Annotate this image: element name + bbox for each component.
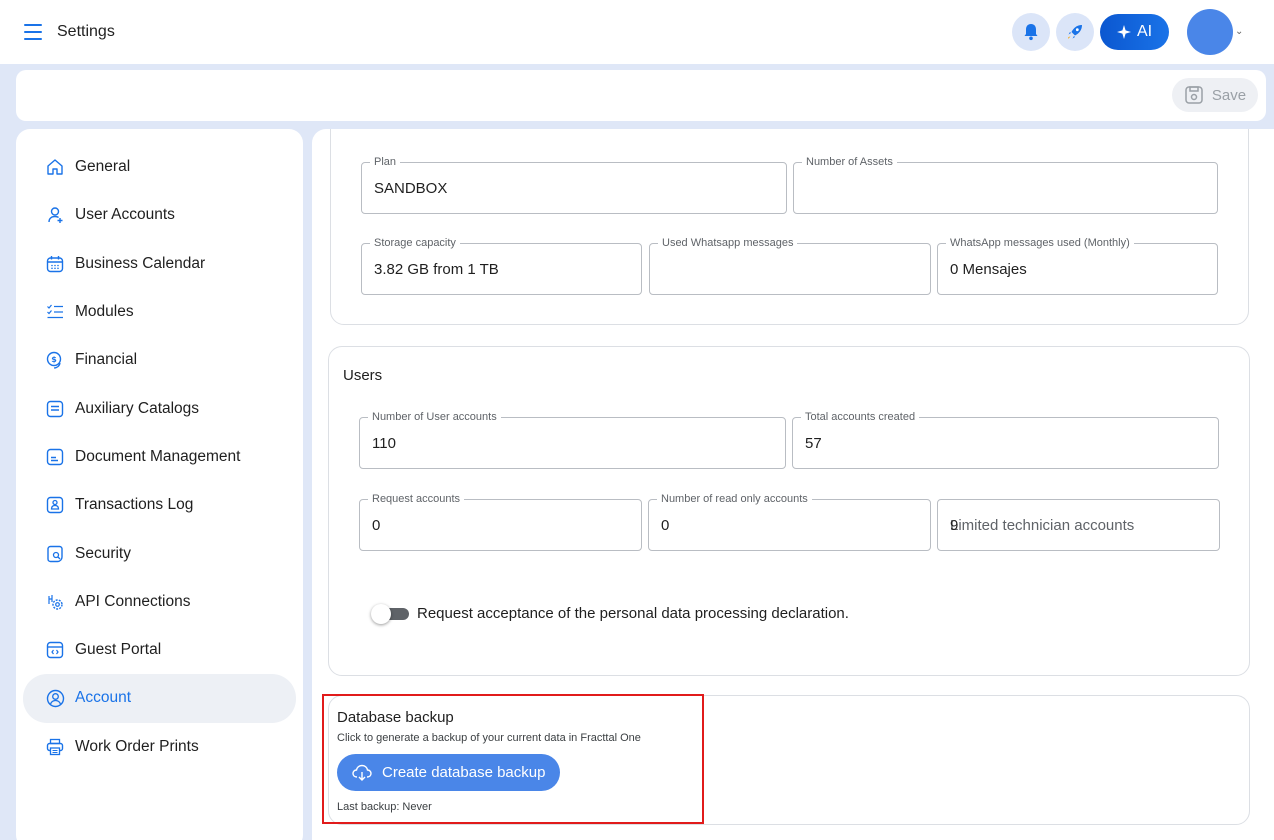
sidebar-item-work-order-prints[interactable]: Work Order Prints [23,723,296,771]
action-bar: Save [16,70,1266,121]
database-backup-title: Database backup [337,709,454,726]
field-placeholder: Limited technician accounts [950,517,1135,534]
sidebar-item-label: Business Calendar [75,254,206,272]
sidebar-item-label: API Connections [75,592,191,610]
database-backup-card: Database backup Click to generate a back… [328,695,1250,825]
cloud-download-icon [352,764,372,781]
sidebar-item-auxiliary-catalogs[interactable]: Auxiliary Catalogs [23,384,296,432]
sidebar-item-label: Security [75,544,131,562]
sidebar-item-general[interactable]: General [23,143,296,191]
limited-technician-accounts-field[interactable]: Limited technician accounts 9 [937,499,1220,551]
account-circle-icon [45,688,65,708]
avatar[interactable] [1187,9,1233,55]
document-icon [45,447,65,467]
launch-button[interactable] [1056,13,1094,51]
sidebar-item-label: Modules [75,303,134,321]
number-of-assets-field[interactable]: Number of Assets [793,155,1218,214]
read-only-accounts-field[interactable]: Number of read only accounts 0 [648,492,931,551]
printer-icon [45,737,65,757]
rocket-icon [1068,25,1082,39]
ai-button[interactable]: AI [1100,14,1169,50]
svg-text:$: $ [51,355,57,364]
sidebar-item-label: User Accounts [75,206,175,224]
sidebar-item-document-management[interactable]: Document Management [23,433,296,481]
personal-data-declaration-label: Request acceptance of the personal data … [417,605,849,622]
sidebar-item-label: Guest Portal [75,641,162,659]
home-icon [45,157,65,177]
bell-icon [1024,24,1038,41]
plan-field[interactable]: Plan SANDBOX [361,155,787,214]
log-icon [45,495,65,515]
checklist-icon [45,302,65,322]
sidebar-item-label: Financial [75,351,138,369]
plan-card: Plan SANDBOX Number of Assets Storage ca… [330,129,1249,325]
calendar-icon [45,254,65,274]
user-add-icon [45,205,65,225]
sidebar-item-label: Document Management [75,447,241,465]
sidebar-item-modules[interactable]: Modules [23,288,296,336]
field-value: 9 [950,517,959,534]
sidebar-item-security[interactable]: Security [23,529,296,577]
save-button-label: Save [1211,86,1247,104]
menu-icon[interactable] [24,24,42,40]
users-card: Users Number of User accounts 110 Total … [328,346,1250,676]
catalog-icon [45,399,65,419]
sidebar-item-api-connections[interactable]: API Connections [23,578,296,626]
notifications-button[interactable] [1012,13,1050,51]
save-button[interactable]: Save [1172,78,1258,112]
sidebar-item-account[interactable]: Account [23,674,296,723]
chevron-down-icon[interactable]: ⌄ [1235,26,1243,37]
sidebar-item-label: Work Order Prints [75,737,199,755]
sidebar-item-user-accounts[interactable]: User Accounts [23,191,296,239]
user-accounts-field[interactable]: Number of User accounts 110 [359,410,786,469]
sidebar-item-label: Account [75,689,132,707]
settings-sidebar: General User Accounts Business Calendar … [16,129,303,840]
dollar-coin-icon: $ [45,350,65,370]
save-icon [1185,86,1203,104]
shield-search-icon [45,544,65,564]
top-bar: Settings AI ⌄ [0,0,1274,64]
toggle-knob [371,604,391,624]
database-backup-description: Click to generate a backup of your curre… [337,732,641,744]
ai-button-label: AI [1136,23,1153,40]
request-accounts-field[interactable]: Request accounts 0 [359,492,642,551]
sidebar-item-financial[interactable]: $ Financial [23,336,296,384]
sidebar-item-label: Auxiliary Catalogs [75,399,200,417]
sparkle-icon [1116,25,1131,39]
sidebar-item-business-calendar[interactable]: Business Calendar [23,240,296,288]
sidebar-item-label: Transactions Log [75,496,194,514]
portal-icon [45,640,65,660]
storage-capacity-field[interactable]: Storage capacity 3.82 GB from 1 TB [361,236,642,295]
total-accounts-created-field[interactable]: Total accounts created 57 [792,410,1219,469]
used-whatsapp-messages-field[interactable]: Used Whatsapp messages [649,236,931,295]
account-settings-panel: Plan SANDBOX Number of Assets Storage ca… [312,129,1274,840]
sidebar-item-label: General [75,158,131,176]
api-gear-icon [45,592,65,612]
sidebar-item-guest-portal[interactable]: Guest Portal [23,626,296,674]
personal-data-declaration-toggle[interactable] [371,602,409,624]
create-database-backup-label: Create database backup [382,764,546,781]
last-backup-text: Last backup: Never [337,801,432,813]
page-title: Settings [57,23,115,40]
whatsapp-monthly-field[interactable]: WhatsApp messages used (Monthly) 0 Mensa… [937,236,1218,295]
sidebar-item-transactions-log[interactable]: Transactions Log [23,481,296,529]
users-section-title: Users [343,367,383,384]
create-database-backup-button[interactable]: Create database backup [337,754,561,791]
